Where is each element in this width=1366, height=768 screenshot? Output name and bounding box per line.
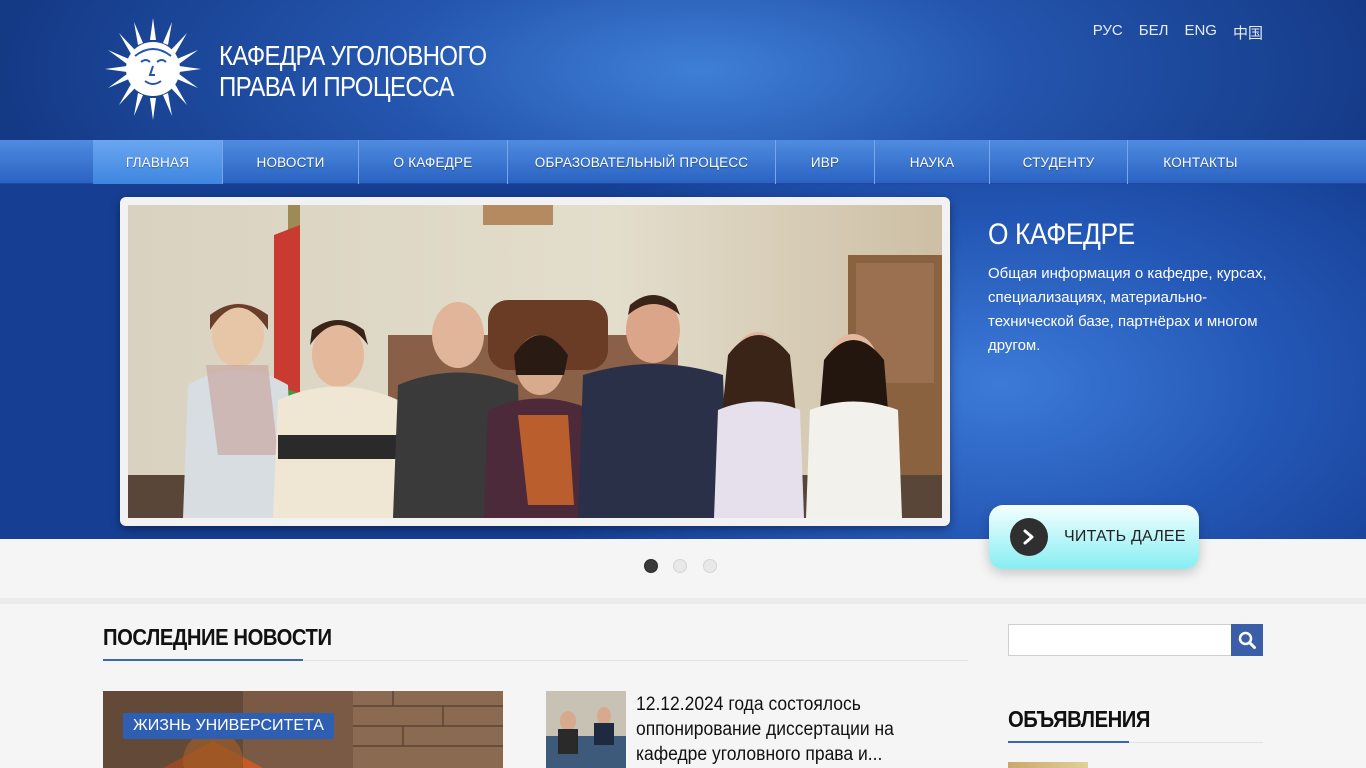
news-thumbnail[interactable] [546, 691, 626, 768]
chevron-right-icon [1010, 518, 1048, 556]
site-header: КАФЕДРА УГОЛОВНОГО ПРАВА И ПРОЦЕССА РУС … [0, 0, 1366, 140]
lang-bel[interactable]: БЕЛ [1139, 22, 1169, 43]
nav-item-science[interactable]: НАУКА [875, 140, 990, 184]
main-nav: ГЛАВНАЯ НОВОСТИ О КАФЕДРЕ ОБРАЗОВАТЕЛЬНЫ… [0, 140, 1366, 184]
search-icon [1238, 631, 1256, 649]
nav-item-about[interactable]: О КАФЕДРЕ [359, 140, 508, 184]
nav-item-ivr[interactable]: ИВР [776, 140, 875, 184]
lang-rus[interactable]: РУС [1093, 22, 1123, 43]
hero-title[interactable]: О КАФЕДРЕ [988, 218, 1135, 252]
lang-eng[interactable]: ENG [1184, 22, 1217, 43]
slider-dot-2[interactable] [673, 559, 687, 573]
hero-description: Общая информация о кафедре, курсах, спец… [988, 265, 1267, 354]
search-input[interactable] [1008, 624, 1232, 656]
search-button[interactable] [1231, 624, 1263, 656]
nav-item-contacts[interactable]: КОНТАКТЫ [1128, 140, 1273, 184]
slider-dot-1[interactable] [644, 559, 658, 573]
site-title-line2: ПРАВА И ПРОЦЕССА [219, 71, 454, 102]
sun-face-logo-icon[interactable] [105, 18, 201, 120]
nav-item-education[interactable]: ОБРАЗОВАТЕЛЬНЫЙ ПРОЦЕСС [508, 140, 776, 184]
read-more-button[interactable]: ЧИТАТЬ ДАЛЕЕ [989, 505, 1199, 569]
lang-chinese[interactable]: 中国 [1233, 22, 1263, 43]
site-title[interactable]: КАФЕДРА УГОЛОВНОГО ПРАВА И ПРОЦЕССА [219, 40, 494, 102]
latest-news-heading: ПОСЛЕДНИЕ НОВОСТИ [103, 624, 332, 650]
language-switcher: РУС БЕЛ ENG 中国 [1093, 22, 1263, 43]
main-content: ПОСЛЕДНИЕ НОВОСТИ ЖИЗНЬ УНИВЕРСИТЕТА 12.… [0, 604, 1366, 768]
category-badge[interactable]: ЖИЗНЬ УНИВЕРСИТЕТА [123, 713, 334, 739]
slide-frame[interactable] [120, 197, 950, 526]
announcements-heading: ОБЪЯВЛЕНИЯ [1008, 706, 1151, 732]
hero-slider: О КАФЕДРЕ Общая информация о кафедре, ку… [0, 184, 1366, 539]
news-item-title[interactable]: 12.12.2024 года состоялось оппонирование… [636, 692, 949, 767]
announcements-heading-underline [1008, 741, 1129, 743]
nav-item-home[interactable]: ГЛАВНАЯ [93, 140, 223, 184]
read-more-label: ЧИТАТЬ ДАЛЕЕ [1064, 528, 1186, 545]
slider-dot-3[interactable] [703, 559, 717, 573]
featured-news-image[interactable]: ЖИЗНЬ УНИВЕРСИТЕТА [103, 691, 503, 768]
nav-item-news[interactable]: НОВОСТИ [223, 140, 359, 184]
slide-photo[interactable] [128, 205, 942, 518]
site-title-line1: КАФЕДРА УГОЛОВНОГО [219, 40, 487, 71]
news-heading-underline [103, 659, 303, 661]
announcement-thumbnail[interactable] [1008, 762, 1088, 768]
nav-item-students[interactable]: СТУДЕНТУ [990, 140, 1128, 184]
